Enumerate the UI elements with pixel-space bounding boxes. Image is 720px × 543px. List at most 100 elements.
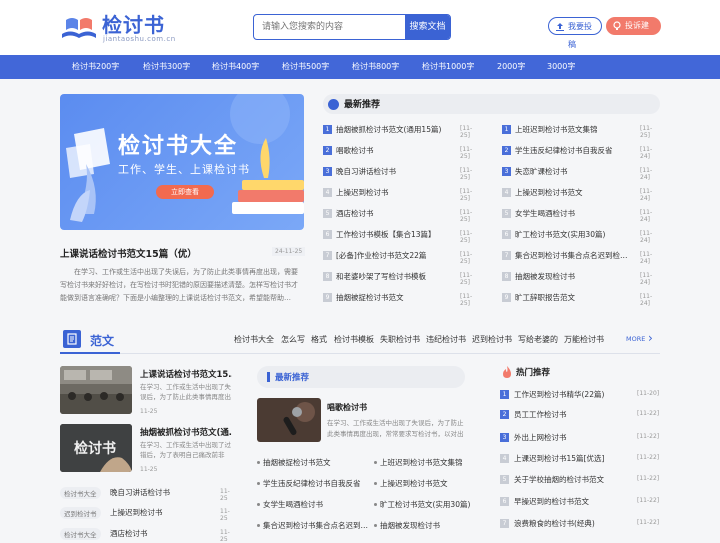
recommend-item-title[interactable]: 集合迟到检讨书集合点名迟到检… [515, 250, 628, 261]
chalkboard-thumbnail[interactable]: 检讨书 [60, 424, 132, 472]
hot-item-title[interactable]: 外出上网检讨书 [514, 432, 567, 443]
category-tag[interactable]: 检讨书大全 [60, 487, 101, 499]
tagged-item[interactable]: 迟到检讨书 上操迟到检讨书 11-25 [60, 507, 235, 522]
tagged-item-title[interactable]: 晚自习讲话检讨书 [110, 487, 170, 498]
nav-item[interactable]: 检讨书1000字 [422, 55, 474, 79]
tagged-item-title[interactable]: 上操迟到检讨书 [110, 507, 163, 518]
recommend-item[interactable]: 8 和老婆吵架了写检讨书模板 [11-25] [323, 271, 481, 286]
hot-item-title[interactable]: 工作迟到检讨书精华(22篇) [514, 389, 604, 400]
recommend-item[interactable]: 2 学生违反纪律检讨书自我反省 [11-24] [502, 145, 660, 160]
latest-item[interactable]: 旷工检讨书范文(实用30篇) [373, 499, 470, 510]
recommend-item[interactable]: 7 集合迟到检讨书集合点名迟到检… [11-24] [502, 250, 660, 265]
hot-item[interactable]: 4 上课迟到检讨书15篇[优选] [11-22] [500, 453, 660, 465]
recommend-item[interactable]: 5 酒店检讨书 [11-25] [323, 208, 481, 223]
more-link[interactable]: MORE [626, 335, 645, 343]
tagged-item[interactable]: 检讨书大全 晚自习讲话检讨书 11-25 [60, 487, 235, 502]
category-tag[interactable]: 检讨书大全 [60, 528, 101, 540]
tagged-item-title[interactable]: 酒店检讨书 [110, 528, 148, 539]
featured-article-title[interactable]: 上课说话检讨书范文15篇（优） [60, 246, 197, 260]
section-tab[interactable]: 违纪检讨书 [426, 334, 466, 345]
hero-view-button[interactable]: 立即查看 [156, 185, 214, 199]
recommend-item[interactable]: 9 抽烟被捉检讨书范文 [11-25] [323, 292, 481, 307]
section-tab[interactable]: 检讨书模板 [334, 334, 374, 345]
recommend-item-title[interactable]: 旷工辞职报告范文 [515, 292, 575, 303]
section-tab[interactable]: 万能检讨书 [564, 334, 604, 345]
hot-item[interactable]: 2 员工工作检讨书 [11-22] [500, 409, 660, 421]
recommend-item[interactable]: 1 抽烟被抓检讨书范文(通用15篇) [11-25] [323, 124, 481, 139]
recommend-item[interactable]: 2 唱歌检讨书 [11-25] [323, 145, 481, 160]
hot-item-title[interactable]: 早操迟到的检讨书范文 [514, 496, 589, 507]
recommend-item-title[interactable]: 失恋旷课检讨书 [515, 166, 568, 177]
recommend-item-title[interactable]: 学生违反纪律检讨书自我反省 [515, 145, 613, 156]
hot-item-title[interactable]: 员工工作检讨书 [514, 409, 567, 420]
nav-item[interactable]: 2000字 [497, 55, 525, 79]
recommend-item[interactable]: 9 旷工辞职报告范文 [11-24] [502, 292, 660, 307]
book-logo-icon[interactable] [60, 12, 98, 42]
recommend-item-title[interactable]: 女学生喝酒检讨书 [515, 208, 575, 219]
classroom-thumbnail[interactable] [60, 366, 132, 414]
recommend-item-title[interactable]: [必备]作业检讨书范文22篇 [336, 250, 426, 261]
recommend-item[interactable]: 5 女学生喝酒检讨书 [11-24] [502, 208, 660, 223]
recommend-item[interactable]: 1 上班迟到检讨书范文集锦 [11-25] [502, 124, 660, 139]
latest-item[interactable]: 女学生喝酒检讨书 [257, 499, 323, 510]
recommend-item[interactable]: 6 工作检讨书模板【集合13篇】 [11-25] [323, 229, 481, 244]
nav-item[interactable]: 检讨书500字 [282, 55, 329, 79]
recommend-item-title[interactable]: 上操迟到检讨书范文 [515, 187, 583, 198]
recommend-item[interactable]: 3 失恋旷课检讨书 [11-24] [502, 166, 660, 181]
hot-item[interactable]: 5 关于学校抽烟的检讨书范文 [11-22] [500, 474, 660, 486]
search-input[interactable] [254, 15, 406, 39]
chevron-right-icon[interactable]: › [648, 331, 653, 345]
recommend-item[interactable]: 8 抽烟被发现检讨书 [11-24] [502, 271, 660, 286]
hot-item[interactable]: 7 浪费粮食的检讨书(经典) [11-22] [500, 518, 660, 530]
microphone-thumbnail[interactable] [257, 398, 321, 442]
recommend-item[interactable]: 4 上操迟到检讨书范文 [11-24] [502, 187, 660, 202]
latest-card-title[interactable]: 唱歌检讨书 [327, 402, 367, 413]
section-tab[interactable]: 格式 [311, 334, 327, 345]
nav-item[interactable]: 检讨书800字 [352, 55, 399, 79]
nav-item[interactable]: 3000字 [547, 55, 575, 79]
submit-article-button[interactable]: 我要投稿 [548, 17, 602, 49]
section-tab[interactable]: 迟到检讨书 [472, 334, 512, 345]
search-button[interactable]: 搜索文档 [405, 15, 450, 39]
section-tab[interactable]: 检讨书大全 [234, 334, 274, 345]
recommend-item-title[interactable]: 旷工检讨书范文(实用30篇) [515, 229, 605, 240]
recommend-item-title[interactable]: 唱歌检讨书 [336, 145, 374, 156]
latest-item[interactable]: 抽烟被捉检讨书范文 [257, 457, 331, 468]
nav-item[interactable]: 检讨书200字 [72, 55, 119, 79]
hot-item[interactable]: 3 外出上网检讨书 [11-22] [500, 432, 660, 444]
nav-item[interactable]: 检讨书300字 [143, 55, 190, 79]
recommend-item[interactable]: 3 晚自习讲话检讨书 [11-25] [323, 166, 481, 181]
recommend-item-title[interactable]: 工作检讨书模板【集合13篇】 [336, 229, 436, 240]
recommend-item-title[interactable]: 和老婆吵架了写检讨书模板 [336, 271, 426, 282]
section-tab[interactable]: 写给老婆的 [518, 334, 558, 345]
hot-item-title[interactable]: 关于学校抽烟的检讨书范文 [514, 474, 604, 485]
recommend-item[interactable]: 7 [必备]作业检讨书范文22篇 [11-25] [323, 250, 481, 265]
tagged-item[interactable]: 检讨书大全 酒店检讨书 11-25 [60, 528, 235, 543]
hot-item[interactable]: 1 工作迟到检讨书精华(22篇) [11-20] [500, 389, 660, 401]
recommend-item[interactable]: 4 上操迟到检讨书 [11-25] [323, 187, 481, 202]
hot-item-title[interactable]: 浪费粮食的检讨书(经典) [514, 518, 595, 529]
hot-item[interactable]: 6 早操迟到的检讨书范文 [11-22] [500, 496, 660, 508]
recommend-item-title[interactable]: 酒店检讨书 [336, 208, 374, 219]
hot-item-title[interactable]: 上课迟到检讨书15篇[优选] [514, 453, 604, 464]
latest-item[interactable]: 集合迟到检讨书集合点名迟到… [257, 520, 368, 531]
section-tab[interactable]: 失职检讨书 [380, 334, 420, 345]
nav-item[interactable]: 检讨书400字 [212, 55, 259, 79]
recommend-item-title[interactable]: 上操迟到检讨书 [336, 187, 389, 198]
category-tag[interactable]: 迟到检讨书 [60, 507, 101, 519]
recommend-item-title[interactable]: 抽烟被发现检讨书 [515, 271, 575, 282]
feedback-button[interactable]: 投诉建议 [606, 17, 661, 48]
recommend-item-title[interactable]: 抽烟被抓检讨书范文(通用15篇) [336, 124, 441, 135]
recommend-item-title[interactable]: 抽烟被捉检讨书范文 [336, 292, 404, 303]
latest-item[interactable]: 上班迟到检讨书范文集锦 [374, 457, 463, 468]
latest-item[interactable]: 抽烟被发现检讨书 [374, 520, 440, 531]
recommend-item[interactable]: 6 旷工检讨书范文(实用30篇) [11-24] [502, 229, 660, 244]
hero-banner[interactable]: 检讨书大全 工作、学生、上课检讨书 立即查看 [60, 94, 304, 230]
latest-item[interactable]: 上操迟到检讨书范文 [374, 478, 448, 489]
thumb-card-title[interactable]: 上课说话检讨书范文15… [140, 368, 232, 380]
latest-item[interactable]: 学生违反纪律检讨书自我反省 [257, 478, 361, 489]
recommend-item-title[interactable]: 晚自习讲话检讨书 [336, 166, 396, 177]
recommend-item-title[interactable]: 上班迟到检讨书范文集锦 [515, 124, 598, 135]
section-tab[interactable]: 怎么写 [281, 334, 305, 345]
site-logo-text[interactable]: 检讨书 [102, 9, 165, 38]
